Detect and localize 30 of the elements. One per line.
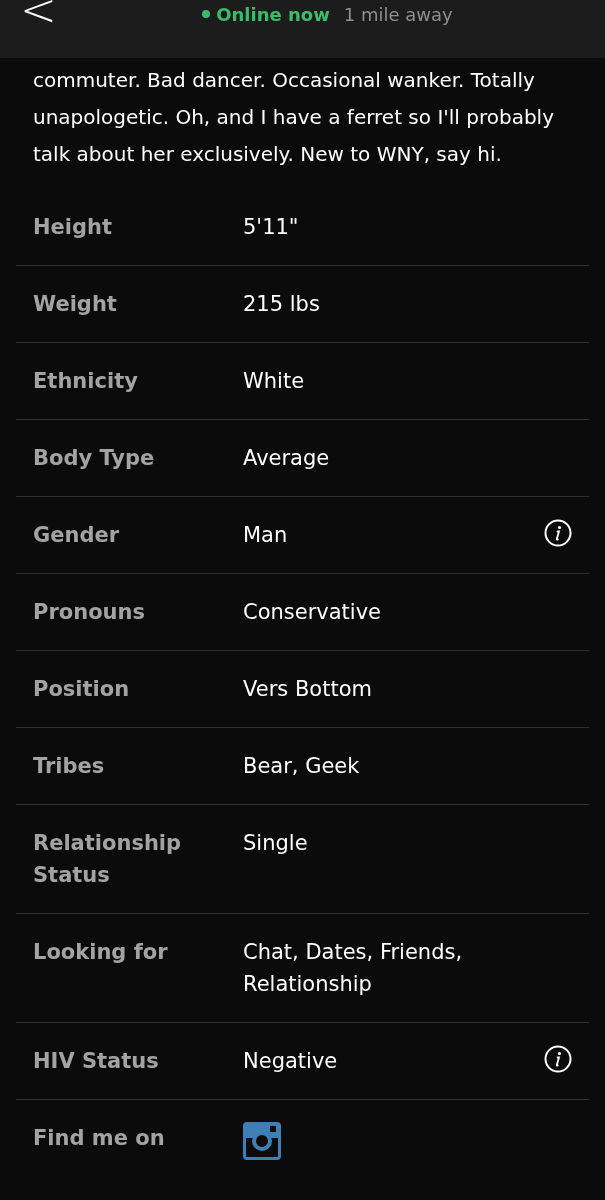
detail-label: Gender [33,522,121,549]
back-button[interactable]: < [20,0,57,32]
detail-value: Single [243,830,309,857]
detail-value: Negative [243,1048,339,1075]
info-icon[interactable] [544,1045,572,1073]
bio-text: commuter. Bad dancer. Occasional wanker. Totally unapologetic. Oh, and I have a ferret so I'll probably talk about her exclusively. New to WNY, say hi. [32,67,555,168]
detail-label: Position [33,676,131,703]
detail-label: Ethnicity [33,368,139,395]
camera-icon[interactable] [243,1122,281,1160]
detail-label: HIV Status [33,1048,160,1075]
distance: 1 mile away [343,2,453,27]
detail-value: Chat, Dates, Friends, Relationship [243,939,464,998]
detail-value: Average [243,445,331,472]
detail-label: Find me on [33,1125,166,1152]
detail-value: Bear, Geek [243,753,361,780]
info-icon[interactable] [544,519,572,547]
detail-label: Body Type [33,445,156,472]
detail-value: 5'11" [243,214,300,241]
detail-label: Weight [33,291,118,318]
detail-value: Vers Bottom [243,676,373,703]
detail-label: Pronouns [33,599,146,626]
detail-value: White [243,368,306,395]
detail-label: Tribes [33,753,106,780]
detail-label: Looking for [33,939,169,966]
detail-label: Height [33,214,114,241]
online-status: Online now [202,0,330,28]
detail-value: Conservative [243,599,383,626]
detail-label: Relationship Status [33,830,183,889]
detail-value: 215 lbs [243,291,321,318]
detail-value: Man [243,522,289,549]
